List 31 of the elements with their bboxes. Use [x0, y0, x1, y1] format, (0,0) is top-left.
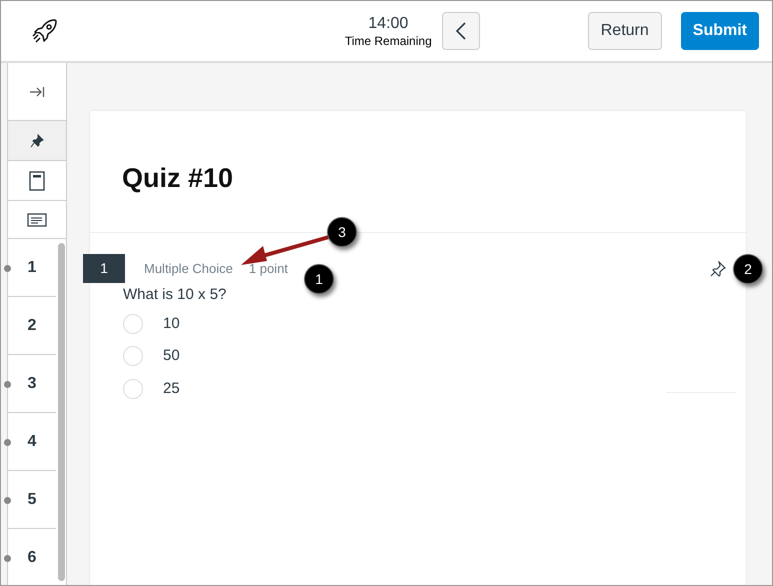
question-number: 1	[83, 254, 125, 283]
notes-icon	[27, 212, 47, 226]
question-nav-item[interactable]: 3	[8, 355, 56, 413]
answer-option[interactable]: 10	[123, 312, 746, 335]
answer-option[interactable]: 50	[123, 345, 746, 368]
radio-button[interactable]	[123, 346, 143, 366]
question-nav-item[interactable]: 2	[8, 297, 56, 355]
question-text: What is 10 x 5?	[123, 285, 228, 305]
radio-button[interactable]	[123, 314, 143, 334]
question-nav-item[interactable]: 6	[8, 529, 56, 585]
submit-button[interactable]: Submit	[680, 12, 759, 50]
back-button[interactable]	[442, 12, 480, 50]
question-type: Multiple Choice	[144, 260, 233, 278]
timer: 14:00	[368, 14, 408, 34]
chevron-left-icon	[454, 21, 467, 41]
return-button[interactable]: Return	[588, 12, 662, 50]
scrollbar[interactable]	[58, 243, 64, 581]
question-points: 1 point	[248, 260, 288, 278]
timer-label: Time Remaining	[344, 34, 432, 48]
radio-button[interactable]	[123, 378, 143, 399]
question-nav-item[interactable]: 4	[8, 413, 56, 471]
question-nav-item[interactable]: 5	[8, 471, 56, 529]
rocket-icon	[31, 17, 59, 45]
collapse-icon	[29, 86, 45, 98]
pin-icon	[30, 134, 44, 148]
quiz-title: Quiz #10	[122, 162, 234, 194]
calculator-icon	[29, 170, 45, 190]
answer-option[interactable]: 25	[123, 378, 746, 400]
pin-icon[interactable]	[710, 260, 726, 276]
question-nav-item[interactable]: 1	[8, 239, 56, 297]
sidebar-tool[interactable]	[8, 121, 66, 161]
